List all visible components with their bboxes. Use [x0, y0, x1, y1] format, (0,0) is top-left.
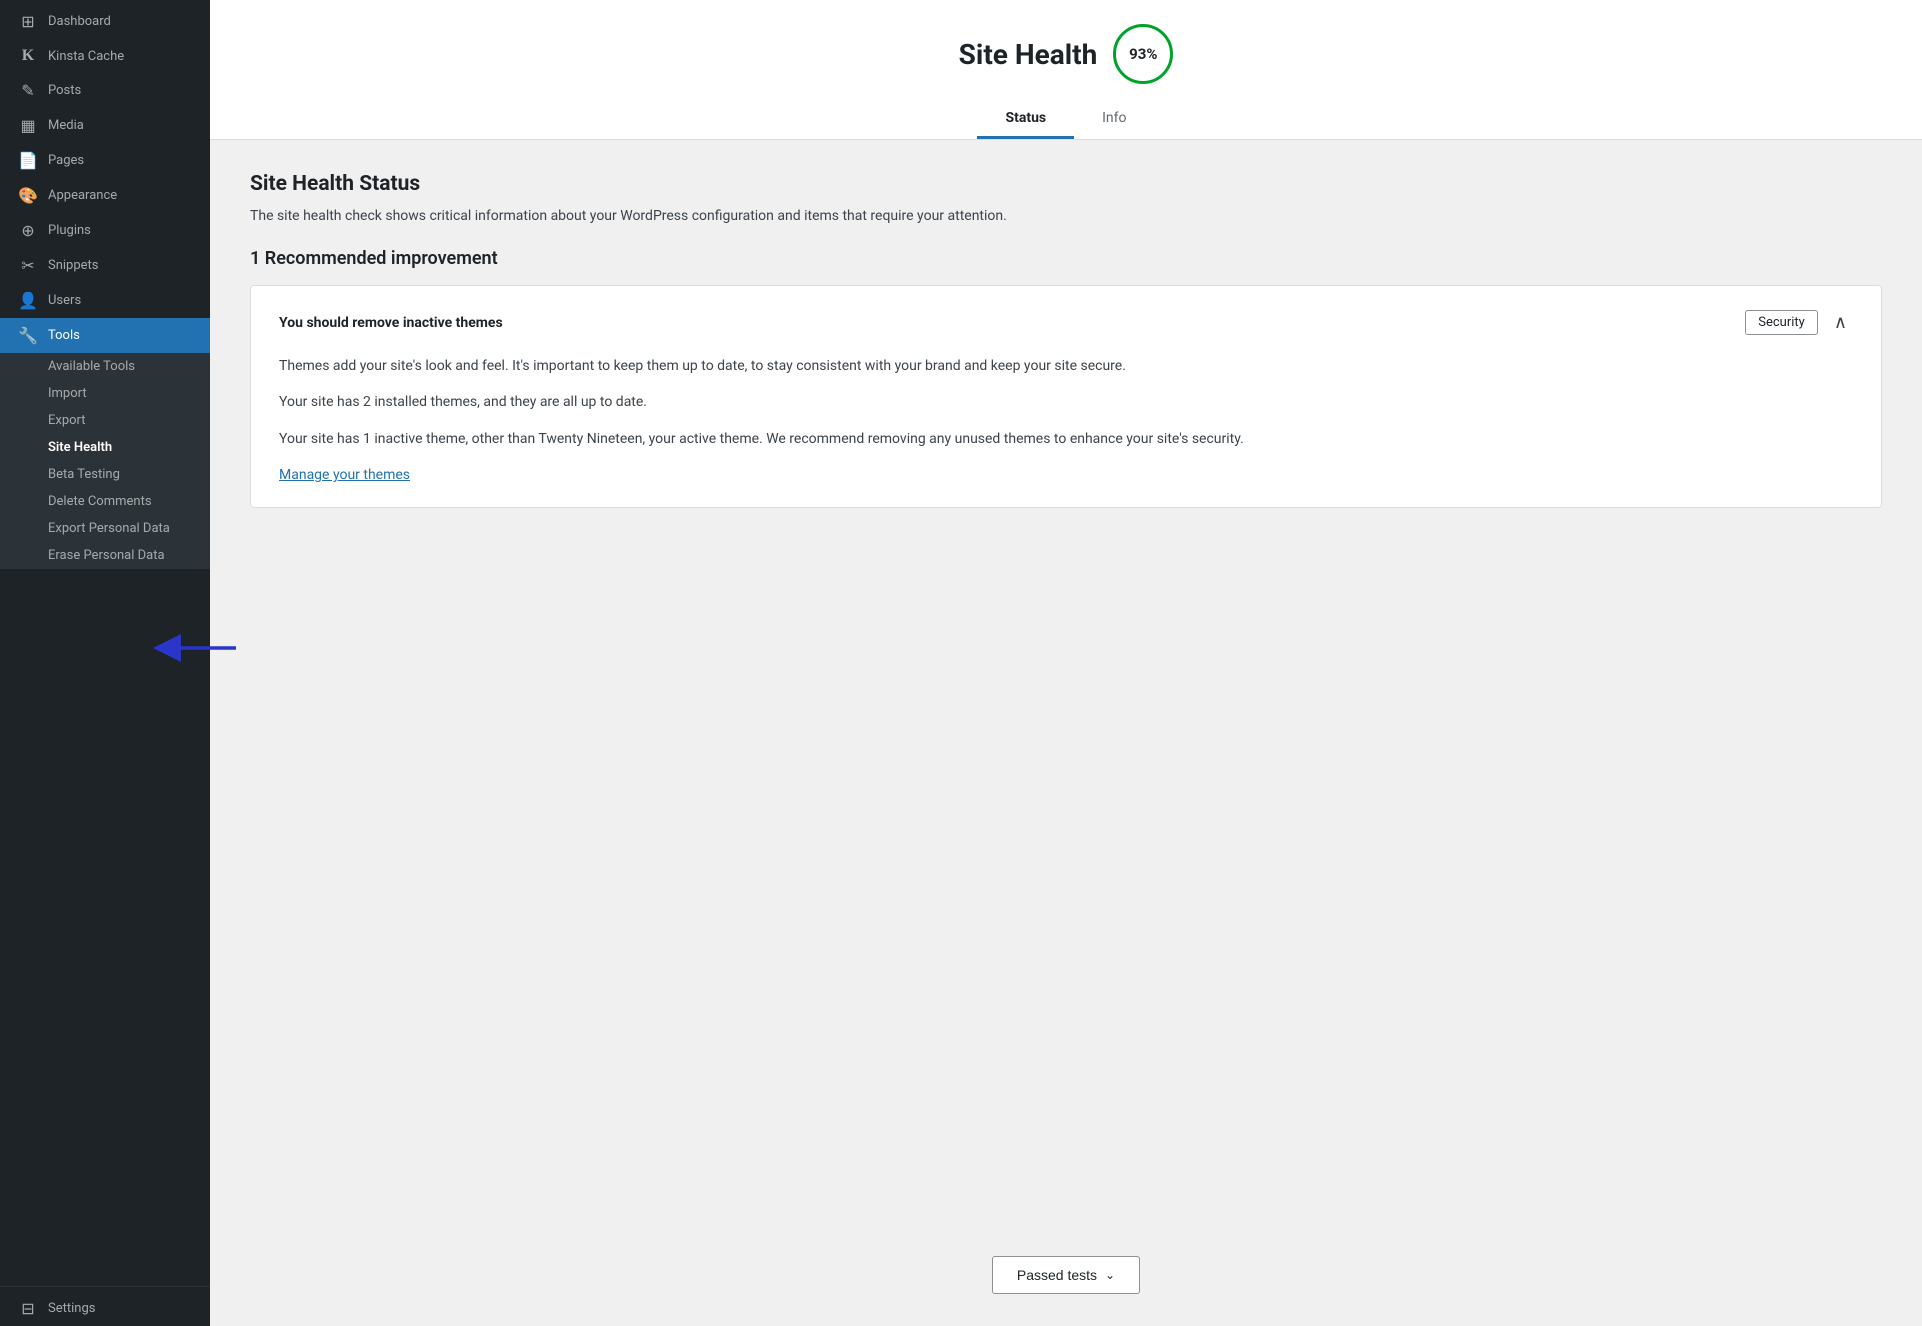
health-score-badge: 93%	[1113, 24, 1173, 84]
tools-submenu: Available Tools Import Export Site Healt…	[0, 353, 210, 569]
sidebar-item-users[interactable]: 👤 Users	[0, 283, 210, 318]
tab-info[interactable]: Info	[1074, 100, 1154, 139]
sidebar-item-appearance[interactable]: 🎨 Appearance	[0, 178, 210, 213]
tab-status[interactable]: Status	[977, 100, 1074, 139]
card-title: You should remove inactive themes	[279, 315, 503, 331]
sidebar-item-label: Pages	[48, 153, 84, 168]
sidebar-item-settings[interactable]: ⊟ Settings	[0, 1291, 210, 1326]
submenu-site-health[interactable]: Site Health	[0, 434, 210, 461]
page-title-row: Site Health 93%	[959, 24, 1174, 84]
sidebar: ⊞ Dashboard K Kinsta Cache ✎ Posts ▦ Med…	[0, 0, 210, 1326]
submenu-beta-testing[interactable]: Beta Testing	[0, 461, 210, 488]
sidebar-item-label: Settings	[48, 1301, 95, 1316]
sidebar-item-label: Kinsta Cache	[48, 49, 124, 64]
card-paragraph-2: Your site has 2 installed themes, and th…	[279, 391, 1853, 413]
sidebar-item-plugins[interactable]: ⊕ Plugins	[0, 213, 210, 248]
main-content: Site Health 93% Status Info Site Health …	[210, 0, 1922, 1326]
sidebar-item-kinsta-cache[interactable]: K Kinsta Cache	[0, 39, 210, 73]
section-description: The site health check shows critical inf…	[250, 208, 1150, 224]
pages-icon: 📄	[18, 151, 38, 170]
card-badges: Security ∧	[1745, 310, 1853, 335]
sidebar-item-snippets[interactable]: ✂ Snippets	[0, 248, 210, 283]
sidebar-bottom: ⊟ Settings	[0, 1286, 210, 1326]
sidebar-item-dashboard[interactable]: ⊞ Dashboard	[0, 4, 210, 39]
submenu-delete-comments[interactable]: Delete Comments	[0, 488, 210, 515]
submenu-export[interactable]: Export	[0, 407, 210, 434]
sidebar-item-label: Posts	[48, 83, 81, 98]
sidebar-item-label: Media	[48, 118, 84, 133]
card-paragraph-3: Your site has 1 inactive theme, other th…	[279, 428, 1853, 450]
kinsta-icon: K	[18, 47, 38, 65]
sidebar-item-label: Users	[48, 293, 81, 308]
collapse-button[interactable]: ∧	[1828, 310, 1853, 335]
page-title: Site Health	[959, 38, 1098, 71]
submenu-erase-personal-data[interactable]: Erase Personal Data	[0, 542, 210, 569]
media-icon: ▦	[18, 116, 38, 135]
dashboard-icon: ⊞	[18, 12, 38, 31]
recommendation-title: 1 Recommended improvement	[250, 248, 1882, 269]
security-badge: Security	[1745, 310, 1818, 335]
section-title: Site Health Status	[250, 172, 1882, 196]
passed-tests-button[interactable]: Passed tests ⌄	[992, 1256, 1140, 1294]
sidebar-item-label: Snippets	[48, 258, 99, 273]
sidebar-item-label: Plugins	[48, 223, 91, 238]
card-header: You should remove inactive themes Securi…	[279, 310, 1853, 335]
submenu-available-tools[interactable]: Available Tools	[0, 353, 210, 380]
snippets-icon: ✂	[18, 256, 38, 275]
sidebar-item-pages[interactable]: 📄 Pages	[0, 143, 210, 178]
tools-icon: 🔧	[18, 326, 38, 345]
plugins-icon: ⊕	[18, 221, 38, 240]
settings-icon: ⊟	[18, 1299, 38, 1318]
page-header: Site Health 93% Status Info	[210, 0, 1922, 140]
users-icon: 👤	[18, 291, 38, 310]
sidebar-item-posts[interactable]: ✎ Posts	[0, 73, 210, 108]
sidebar-item-tools[interactable]: 🔧 Tools	[0, 318, 210, 353]
appearance-icon: 🎨	[18, 186, 38, 205]
posts-icon: ✎	[18, 81, 38, 100]
manage-themes-link[interactable]: Manage your themes	[279, 467, 410, 483]
sidebar-item-label: Dashboard	[48, 14, 111, 29]
sidebar-item-label: Tools	[48, 328, 80, 343]
sidebar-navigation: ⊞ Dashboard K Kinsta Cache ✎ Posts ▦ Med…	[0, 0, 210, 1286]
submenu-export-personal-data[interactable]: Export Personal Data	[0, 515, 210, 542]
submenu-import[interactable]: Import	[0, 380, 210, 407]
passed-tests-area: Passed tests ⌄	[210, 1224, 1922, 1326]
card-paragraph-1: Themes add your site's look and feel. It…	[279, 355, 1853, 377]
card-body: Themes add your site's look and feel. It…	[279, 355, 1853, 483]
sidebar-item-media[interactable]: ▦ Media	[0, 108, 210, 143]
tabs-row: Status Info	[977, 100, 1154, 139]
sidebar-item-label: Appearance	[48, 188, 117, 203]
recommendation-card: You should remove inactive themes Securi…	[250, 285, 1882, 508]
chevron-down-icon: ⌄	[1105, 1268, 1115, 1282]
passed-tests-label: Passed tests	[1017, 1267, 1097, 1283]
content-area: Site Health Status The site health check…	[210, 140, 1922, 1224]
